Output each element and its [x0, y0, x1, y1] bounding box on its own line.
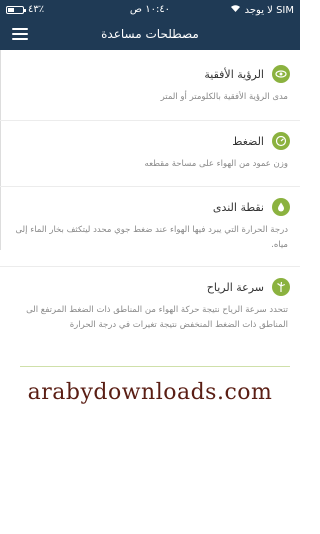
divider [0, 186, 300, 187]
item-description: مدى الرؤية الأفقية بالكلومتر أو المتر [160, 92, 288, 102]
item-title: سرعة الرياح [206, 280, 264, 294]
water-drop-icon [272, 198, 290, 216]
item-description: تتحدد سرعة الرياح نتيجة حركة الهواء من ا… [26, 305, 288, 330]
item-header: نقطة الندى [0, 193, 300, 221]
page-title: مصطلحات مساعدة [101, 27, 199, 41]
item-description: درجة الحرارة التي يبرد فيها الهواء عند ض… [15, 225, 288, 250]
wind-turbine-icon [272, 278, 290, 296]
divider [0, 120, 300, 121]
item-title: الرؤية الأفقية [204, 67, 264, 81]
item-header: سرعة الرياح [0, 273, 300, 301]
top-navigation-bar: مصطلحات مساعدة [0, 20, 300, 50]
watermark-text: arabydownloads.com [27, 380, 273, 405]
gauge-icon [272, 132, 290, 150]
carrier-label: لا يوجد SIM [244, 4, 294, 16]
status-bar: ٤٣٪ ١٠:٤٠ ص لا يوجد SIM [0, 0, 300, 20]
item-title: نقطة الندى [212, 200, 264, 214]
item-header: الرؤية الأفقية [0, 60, 300, 88]
status-right: لا يوجد SIM [230, 4, 294, 16]
divider [0, 266, 300, 267]
item-title: الضغط [232, 134, 264, 148]
item-description: وزن عمود من الهواء على مساحة مقطعه [144, 159, 288, 169]
wifi-icon [230, 4, 241, 16]
eye-icon [272, 65, 290, 83]
item-header: الضغط [0, 127, 300, 155]
bottom-accent-line [20, 366, 290, 367]
